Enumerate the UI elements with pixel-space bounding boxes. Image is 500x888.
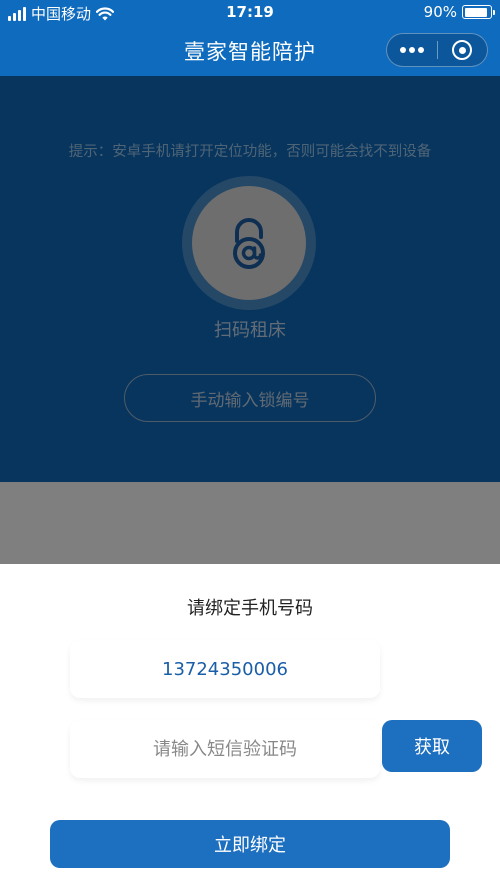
sheet-title: 请绑定手机号码 [187, 598, 313, 619]
more-dots-icon[interactable] [387, 34, 437, 66]
battery-percent: 90% [423, 3, 457, 21]
get-code-button[interactable]: 获取 [382, 720, 482, 772]
mini-program-close-icon[interactable] [437, 34, 487, 66]
nav-bar: 壹家智能陪护 [0, 26, 500, 76]
battery-icon [462, 5, 495, 19]
sms-code-field [70, 720, 380, 778]
bind-now-button[interactable]: 立即绑定 [50, 820, 450, 868]
status-right: 90% [423, 3, 495, 21]
battery-fill [464, 7, 487, 17]
status-bar: 中国移动 17:19 90% [0, 0, 500, 26]
sms-code-input[interactable] [70, 720, 380, 778]
mini-program-capsule [386, 33, 488, 67]
phone-number-field[interactable]: 13724350006 [70, 640, 380, 698]
bind-phone-sheet: 请绑定手机号码 13724350006 获取 立即绑定 [0, 564, 500, 888]
